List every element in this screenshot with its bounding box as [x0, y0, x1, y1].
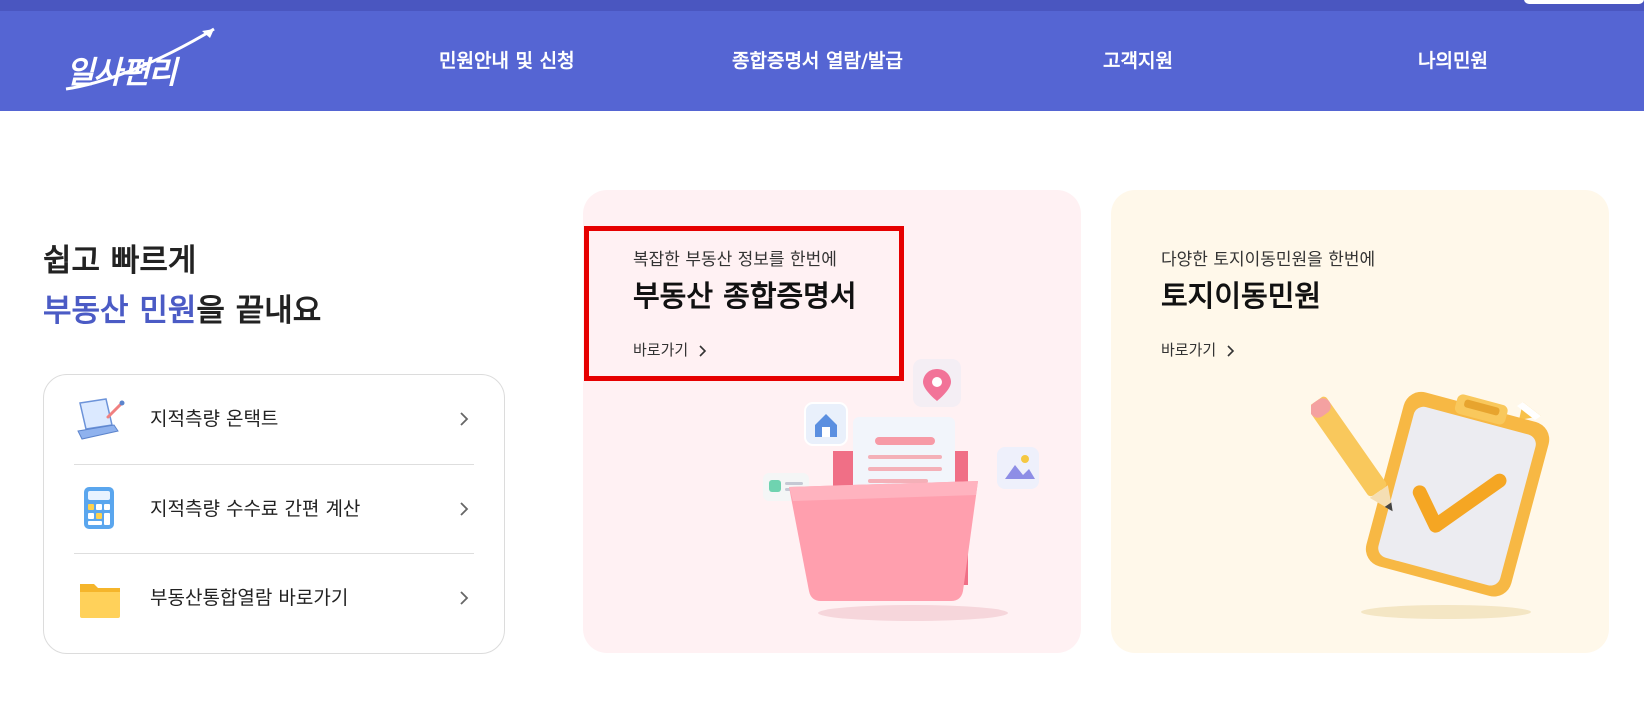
card-subtitle: 다양한 토지이동민원을 한번에	[1161, 250, 1376, 270]
card-title: 토지이동민원	[1161, 279, 1322, 313]
card-real-estate-certificate[interactable]: 복잡한 부동산 정보를 한번에 부동산 종합증명서 바로가기	[583, 190, 1081, 653]
top-strip	[0, 0, 1644, 11]
card-go-link[interactable]: 바로가기	[1161, 339, 1237, 360]
site-logo[interactable]: 일사편리	[64, 25, 224, 95]
chevron-right-icon	[454, 588, 474, 608]
chevron-right-icon	[454, 499, 474, 519]
card-go-link-label: 바로가기	[1161, 341, 1217, 359]
folder-icon	[74, 574, 126, 622]
nav-civil-guide[interactable]: 민원안내 및 신청	[439, 11, 575, 111]
card-title: 부동산 종합증명서	[633, 279, 857, 313]
chevron-right-icon	[1227, 344, 1235, 357]
laptop-pen-icon	[74, 395, 126, 443]
quick-link-label: 지적측량 온택트	[150, 408, 279, 430]
nav-certificate[interactable]: 종합증명서 열람/발급	[732, 11, 903, 111]
quick-link-fee-calculator[interactable]: 지적측량 수수료 간편 계산	[74, 465, 474, 553]
card-go-link-label: 바로가기	[633, 341, 689, 359]
hero-accent: 부동산 민원	[43, 293, 197, 329]
quick-link-integrated-view[interactable]: 부동산통합열람 바로가기	[74, 554, 474, 642]
pink-folder-document-icon	[763, 359, 1039, 621]
chevron-right-icon	[699, 344, 707, 357]
site-header: 일사편리 민원안내 및 신청 종합증명서 열람/발급 고객지원 나의민원	[0, 11, 1644, 111]
card-land-transfer[interactable]: 다양한 토지이동민원을 한번에 토지이동민원 바로가기	[1111, 190, 1609, 653]
quick-link-label: 부동산통합열람 바로가기	[150, 587, 349, 609]
card-subtitle: 복잡한 부동산 정보를 한번에	[633, 250, 837, 270]
hero-line1: 쉽고 빠르게	[43, 243, 197, 279]
clipboard-check-pencil-icon	[1311, 391, 1550, 619]
calculator-icon	[74, 485, 126, 533]
nav-my-civil[interactable]: 나의민원	[1418, 11, 1488, 111]
hero-title: 쉽고 빠르게 부동산 민원을 끝내요	[43, 236, 321, 336]
quick-link-label: 지적측량 수수료 간편 계산	[150, 498, 361, 520]
logo-text: 일사편리	[66, 55, 177, 91]
chevron-right-icon	[454, 409, 474, 429]
quick-link-survey-ontact[interactable]: 지적측량 온택트	[74, 375, 474, 463]
card-go-link[interactable]: 바로가기	[633, 339, 709, 360]
nav-customer-support[interactable]: 고객지원	[1103, 11, 1173, 111]
hero-line2-rest: 을 끝내요	[196, 293, 322, 329]
top-strip-tab	[1524, 0, 1644, 4]
quick-links-panel: 지적측량 온택트 지적측량 수수료 간편 계산 부동산통합열람 바로가기	[43, 374, 505, 654]
